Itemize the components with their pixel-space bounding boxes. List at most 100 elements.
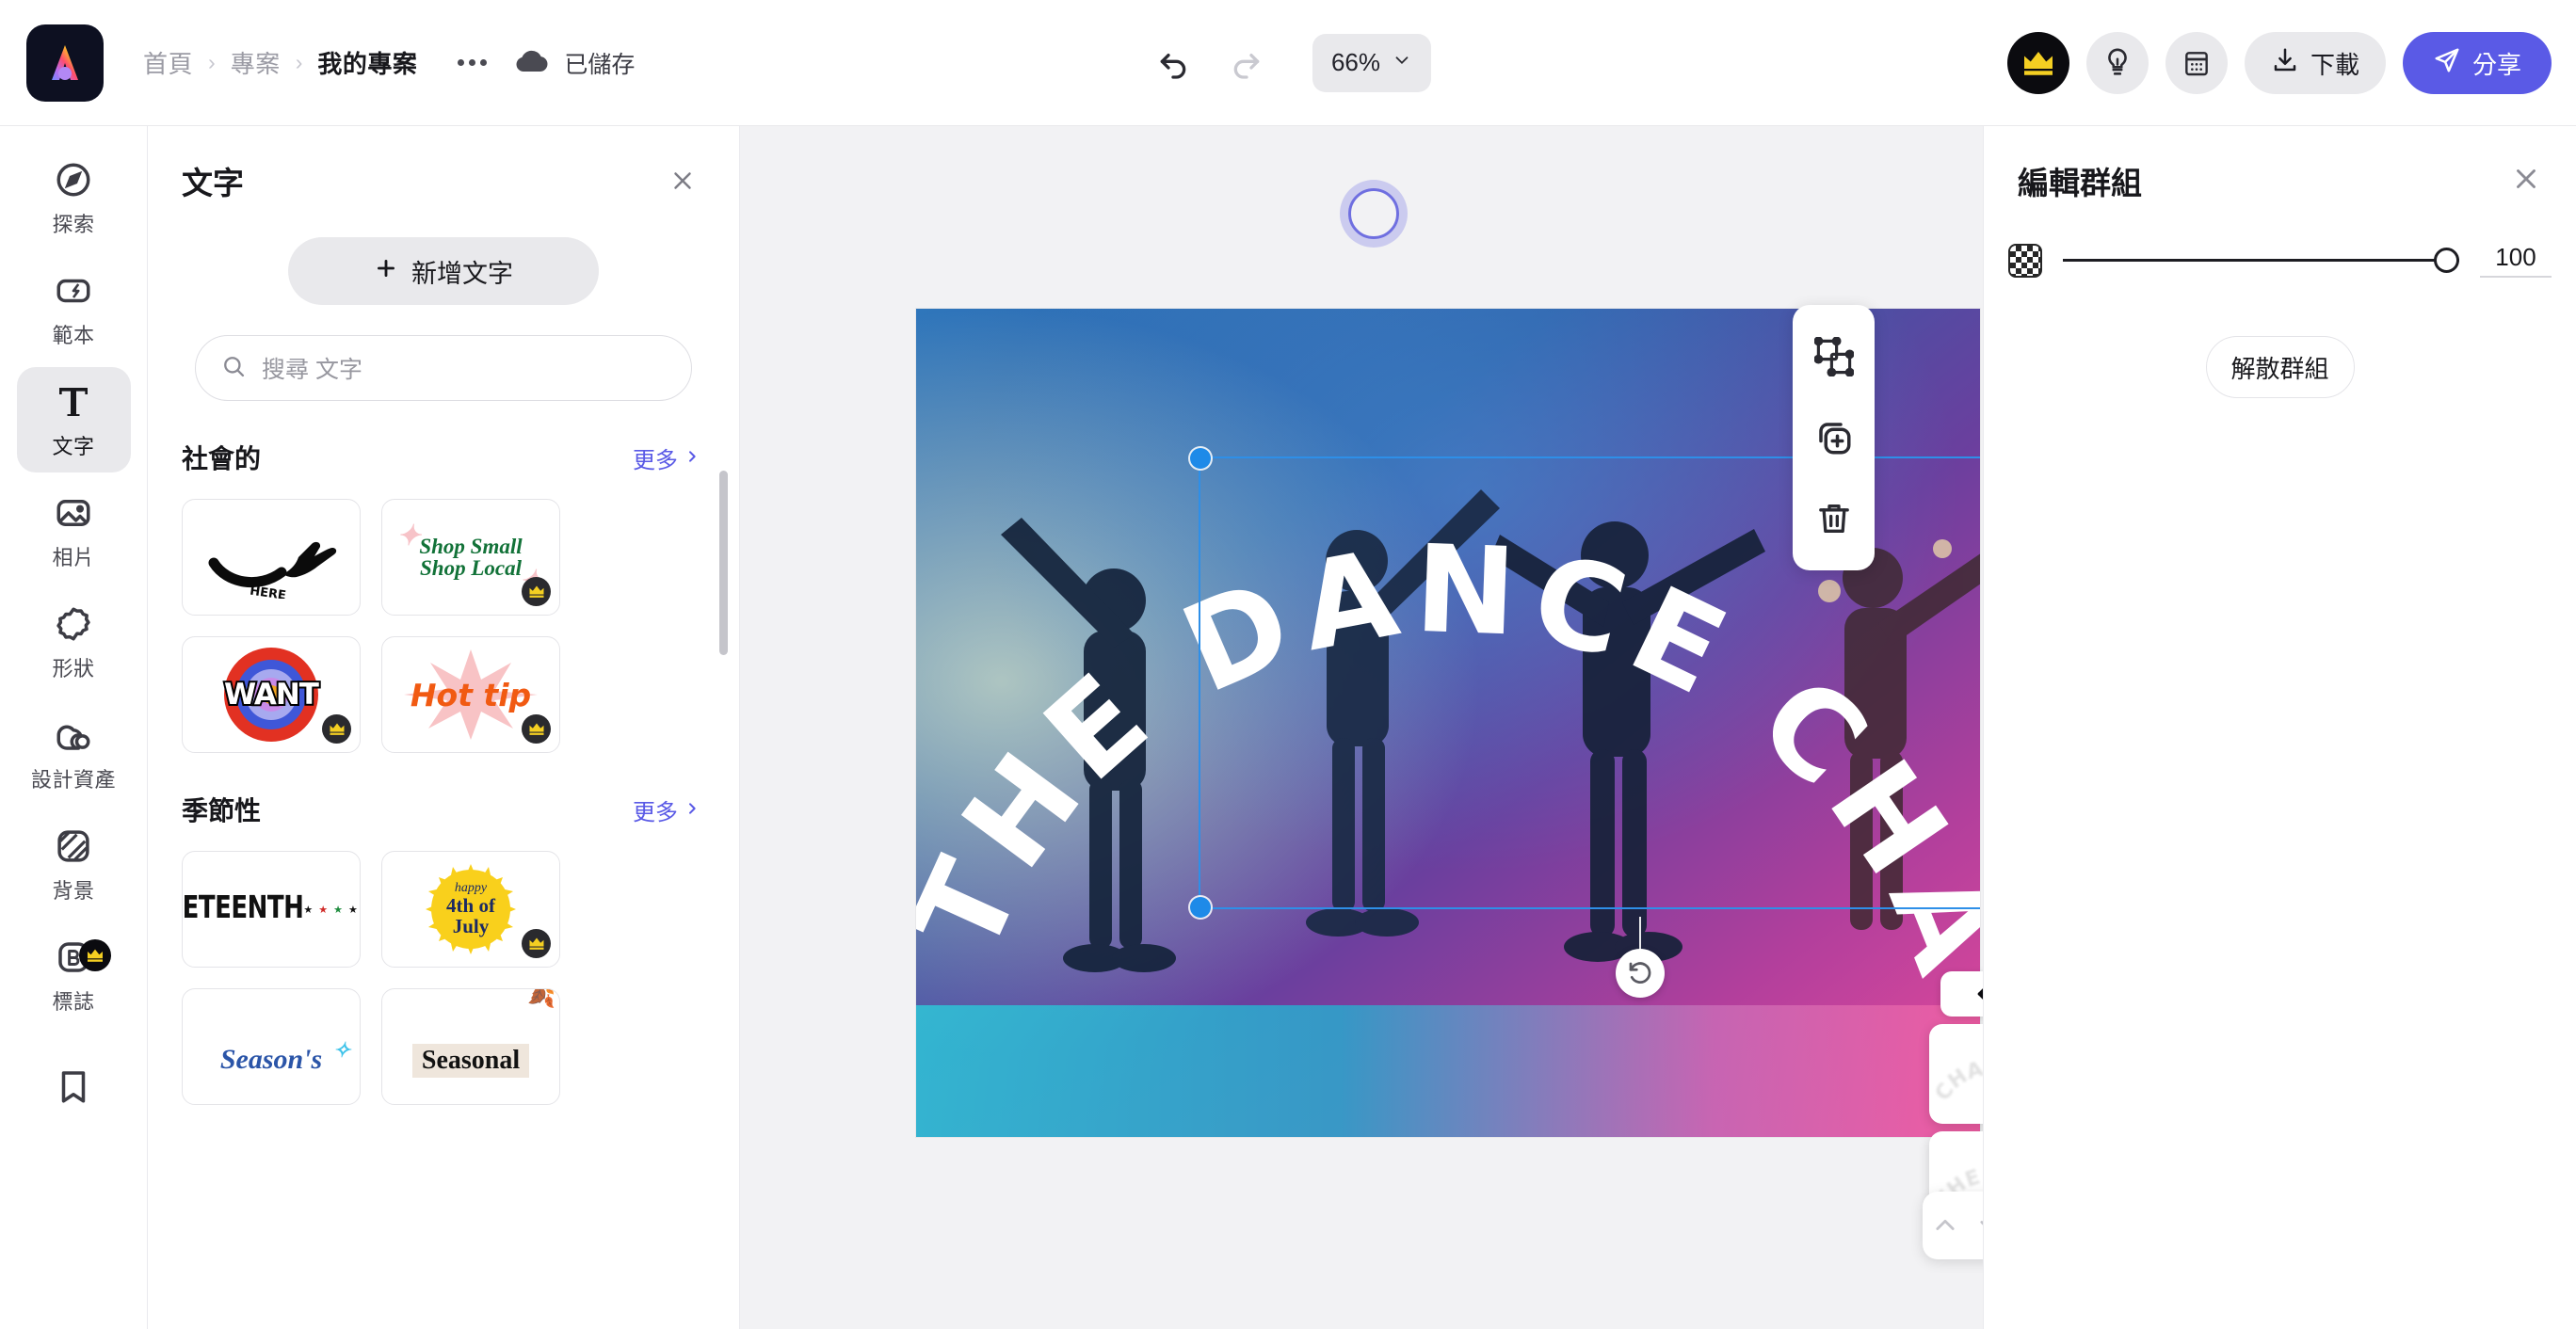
- pro-crown-icon: [78, 939, 111, 971]
- breadcrumb-item-current[interactable]: 我的專案: [304, 45, 430, 80]
- section-title: 社會的: [182, 444, 262, 473]
- template-grid-social: ORDER HERE ✦ ✦ Shop Small Shop Local: [148, 476, 739, 753]
- seasons-art: Season's ✧: [183, 989, 360, 1104]
- pro-crown-icon: [322, 714, 351, 744]
- sidebar-item-explore[interactable]: 探索: [17, 145, 131, 250]
- breadcrumb-item-home[interactable]: 首頁: [130, 45, 206, 80]
- slider-track: [2063, 259, 2459, 262]
- seasonal-art: 🍂 Seasonal: [382, 989, 559, 1104]
- sidebar-item-assets[interactable]: 設計資產: [17, 700, 131, 806]
- search-input[interactable]: 搜尋 文字: [195, 335, 692, 401]
- send-icon: [2433, 46, 2461, 81]
- more-dots-icon[interactable]: [451, 42, 492, 84]
- download-icon: [2271, 46, 2299, 81]
- redo-icon[interactable]: [1218, 35, 1275, 91]
- edit-group-panel: 編輯群組 100 解散群組: [1983, 126, 2576, 1329]
- plus-icon: [374, 256, 398, 287]
- juneteenth-stars: ★★★★ 1865 ★★★★: [303, 904, 361, 916]
- undo-icon[interactable]: [1145, 35, 1201, 91]
- template-icon: [51, 268, 96, 313]
- brand-a-logo[interactable]: [26, 24, 104, 102]
- breadcrumb-item-projects[interactable]: 專案: [217, 45, 294, 80]
- section-more-label: 更多: [633, 799, 678, 825]
- zoom-level-value: 66%: [1330, 48, 1381, 76]
- text-template-card[interactable]: ORDER HERE: [182, 499, 361, 616]
- seasons-label: Season's: [219, 1044, 323, 1075]
- sidebar-item-label: 標誌: [52, 990, 95, 1014]
- want-label: WANT: [222, 676, 321, 713]
- opacity-control: 100: [1984, 203, 2576, 278]
- search-placeholder: 搜尋 文字: [262, 357, 362, 383]
- chevron-right-icon: [684, 444, 700, 471]
- selection-handle-bottom-left[interactable]: [1190, 897, 1211, 918]
- slider-knob[interactable]: [2434, 248, 2459, 273]
- juneteenth-art: HAPPY JUNETEENTH ★★★★ 1865 ★★★★: [183, 852, 360, 967]
- section-more-label: 更多: [633, 447, 678, 473]
- template-grid-seasonal: HAPPY JUNETEENTH ★★★★ 1865 ★★★★: [148, 828, 739, 1105]
- element-float-toolbar: [1793, 305, 1875, 570]
- calendar-icon[interactable]: [2165, 32, 2228, 94]
- add-text-button[interactable]: 新增文字: [288, 237, 599, 305]
- download-button[interactable]: 下載: [2244, 32, 2386, 94]
- sidebar-item-text[interactable]: 文字: [16, 367, 131, 472]
- photo-icon: [51, 490, 96, 536]
- opacity-slider[interactable]: [2063, 247, 2459, 275]
- trash-icon[interactable]: [1793, 478, 1875, 559]
- section-header-seasonal: 季節性 更多: [148, 791, 739, 828]
- svg-text:ORDER: ORDER: [223, 540, 273, 565]
- fourth-of-july-art: happy 4th of July: [422, 860, 520, 958]
- sidebar-item-brand[interactable]: 標誌: [17, 922, 131, 1028]
- ungroup-button[interactable]: 解散群組: [2205, 336, 2355, 398]
- pro-crown-icon: [522, 929, 551, 958]
- close-icon[interactable]: [2510, 163, 2542, 200]
- sidebar-item-label: 相片: [52, 546, 95, 569]
- chevron-up-icon[interactable]: [1924, 1205, 1966, 1246]
- canvas-tools: 66%: [1145, 33, 1432, 92]
- sidebar-item-photos[interactable]: 相片: [17, 478, 131, 584]
- section-more-link[interactable]: 更多: [633, 793, 700, 826]
- breadcrumb-separator: ›: [295, 50, 303, 74]
- duplicate-icon[interactable]: [1793, 397, 1875, 478]
- text-template-card[interactable]: HAPPY JUNETEENTH ★★★★ 1865 ★★★★: [182, 851, 361, 968]
- svg-text:HERE: HERE: [249, 584, 286, 599]
- panel-title: 編輯群組: [2018, 166, 2142, 200]
- edit-group-header: 編輯群組: [1984, 126, 2576, 203]
- canvas-area[interactable]: THE DANCE CHANNEL: [740, 126, 2056, 1329]
- selection-handle-top-left[interactable]: [1190, 448, 1211, 469]
- background-icon: [51, 824, 96, 869]
- text-template-card[interactable]: 🍂 Seasonal: [381, 988, 560, 1105]
- ungroup-nodes-icon[interactable]: [1793, 316, 1875, 397]
- upgrade-crown-button[interactable]: [2006, 32, 2069, 94]
- text-template-card[interactable]: Season's ✧: [182, 988, 361, 1105]
- top-bar: 首頁 › 專案 › 我的專案 已儲存 66% 下載 分享: [0, 0, 2576, 126]
- sidebar-item-overflow[interactable]: [17, 1033, 131, 1139]
- close-icon[interactable]: [660, 158, 705, 203]
- sidebar-item-background[interactable]: 背景: [17, 811, 131, 917]
- sidebar-item-label: 形狀: [52, 657, 95, 681]
- section-more-link[interactable]: 更多: [633, 441, 700, 474]
- save-status: 已儲存: [513, 46, 635, 80]
- panel-scrollbar[interactable]: [719, 471, 728, 655]
- rotate-icon[interactable]: [1616, 949, 1665, 998]
- sidebar-item-label: 設計資產: [30, 768, 116, 792]
- cloud-icon: [513, 46, 551, 79]
- pro-crown-icon: [522, 577, 551, 606]
- july-line2: July: [452, 915, 490, 938]
- text-template-card[interactable]: Hot tip: [381, 636, 560, 753]
- checkerboard-icon: [2008, 243, 2042, 278]
- sidebar-item-shapes[interactable]: 形狀: [17, 589, 131, 695]
- sparkle-icon: ✦: [396, 520, 421, 552]
- sidebar-item-templates[interactable]: 範本: [17, 256, 131, 361]
- text-template-card[interactable]: ✦ ✦ Shop Small Shop Local: [381, 499, 560, 616]
- lightbulb-icon[interactable]: [2085, 32, 2149, 94]
- text-template-card[interactable]: happy 4th of July: [381, 851, 560, 968]
- leaf-icon: 🍂: [527, 988, 555, 1009]
- sidebar-item-label: 背景: [52, 879, 95, 903]
- share-button[interactable]: 分享: [2402, 32, 2552, 94]
- breadcrumb: 首頁 › 專案 › 我的專案: [130, 45, 430, 80]
- text-template-card[interactable]: WANT: [182, 636, 361, 753]
- zoom-control[interactable]: 66%: [1312, 33, 1432, 92]
- sidebar-item-label: 文字: [52, 435, 95, 458]
- share-label: 分享: [2471, 50, 2521, 79]
- opacity-value[interactable]: 100: [2480, 243, 2552, 278]
